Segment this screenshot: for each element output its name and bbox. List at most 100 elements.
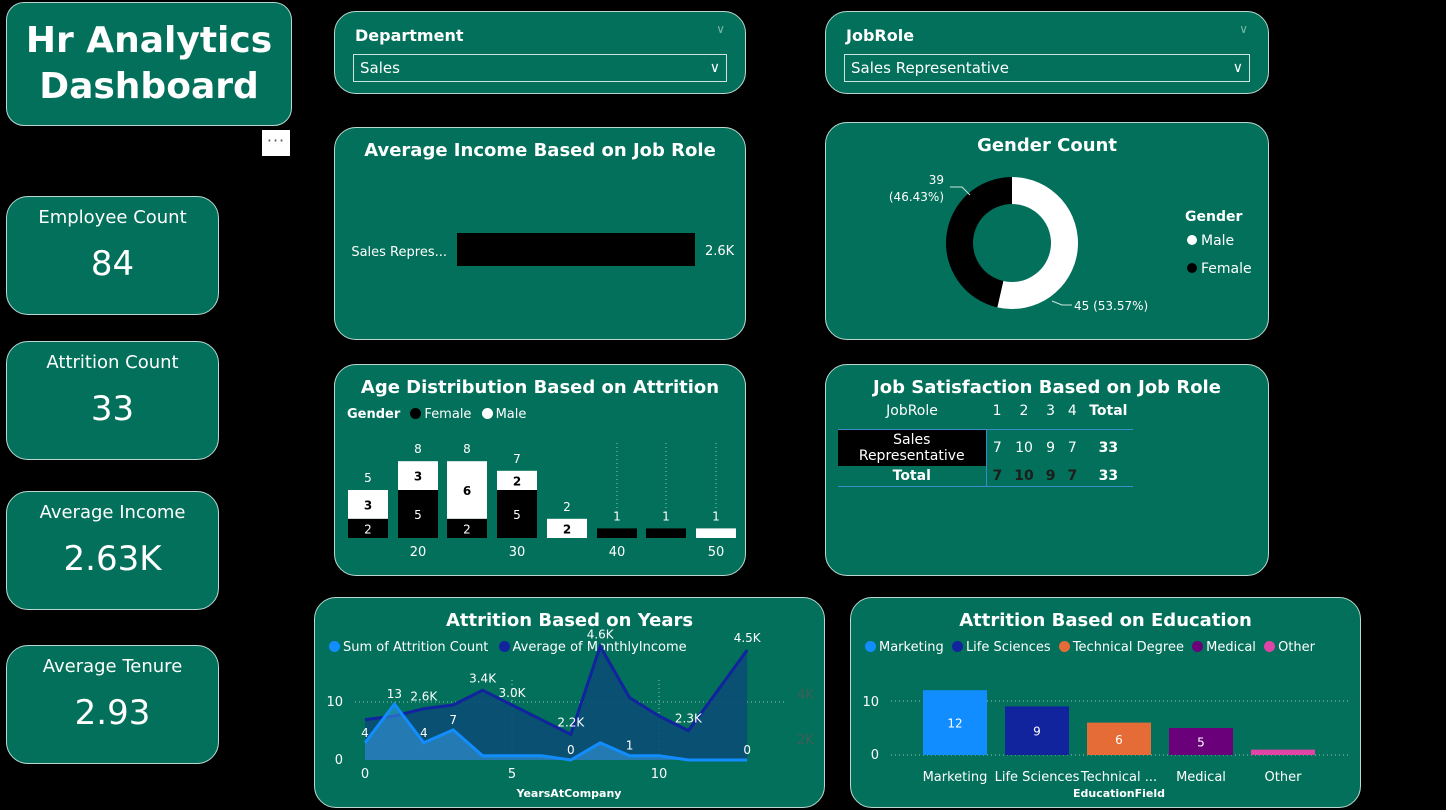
years-chart-card[interactable]: Attrition Based on Years Sum of Attritio… <box>314 597 825 808</box>
income-data-label: 2.2K <box>557 715 585 729</box>
matrix-header[interactable]: 3 <box>1040 401 1062 430</box>
chevron-down-icon[interactable]: ∨ <box>1233 55 1243 81</box>
age-chart-card[interactable]: Age Distribution Based on Attrition Gend… <box>334 364 746 576</box>
income-bar[interactable] <box>457 233 695 266</box>
matrix-row-header[interactable]: Sales Representative <box>838 429 987 466</box>
kpi-employee-count: Employee Count 84 <box>6 196 219 315</box>
kpi-label: Employee Count <box>38 207 187 228</box>
income-data-label: 2.6K <box>410 690 438 704</box>
leader-line <box>1051 300 1072 306</box>
x-tick-label: 30 <box>509 545 526 560</box>
bar-male[interactable] <box>696 528 736 538</box>
bar-female[interactable] <box>597 528 637 538</box>
bar-data-label: 2.6K <box>705 244 735 259</box>
x-tick-label: 0 <box>361 767 369 782</box>
kpi-label: Average Income <box>39 502 186 523</box>
bar-data-label: 12 <box>947 717 962 731</box>
attrition-data-label: 7 <box>449 713 457 727</box>
leader-line <box>950 186 971 196</box>
attrition-data-label: 1 <box>626 739 634 753</box>
bar-total-label: 8 <box>414 442 422 456</box>
chevron-down-icon[interactable]: ∨ <box>710 55 720 81</box>
y-tick-label: 10 <box>862 695 879 710</box>
chevron-down-icon[interactable]: ∨ <box>716 22 725 36</box>
attrition-data-label: 0 <box>743 743 751 757</box>
bar-data-label: 3 <box>364 498 372 512</box>
bar-total-label: 2 <box>563 500 571 514</box>
female-data-label: 39 <box>929 173 944 187</box>
bar-data-label: 5 <box>1197 736 1205 750</box>
matrix-total-row: Total 7 10 9 7 33 <box>838 466 1134 487</box>
department-dropdown[interactable]: Sales ∨ <box>353 54 727 82</box>
income-data-label: 4.6K <box>587 627 615 641</box>
bar-data-label: 2 <box>513 474 521 488</box>
x-tick-label: 5 <box>508 767 516 782</box>
x-tick-label: 10 <box>651 767 668 782</box>
matrix-header-row: JobRole 1 2 3 4 Total <box>838 401 1133 430</box>
gender-chart-card[interactable]: Gender Count 39 (46.43%) 45 (53.57%) Gen… <box>825 122 1269 340</box>
matrix-header[interactable]: 2 <box>1008 401 1039 430</box>
legend-item-female[interactable]: Female <box>1201 261 1252 277</box>
legend-item-male[interactable]: Male <box>1201 233 1234 249</box>
dashboard-title: Hr Analytics Dashboard <box>25 20 273 107</box>
legend-title: Gender <box>1185 209 1242 225</box>
income-data-label: 4.5K <box>734 631 762 645</box>
bar-data-label: 3 <box>414 470 422 484</box>
income-data-label: 3.0K <box>499 686 527 700</box>
matrix-cell: 7 <box>992 440 1002 456</box>
matrix-row[interactable]: Sales Representative 7 10 9 7 33 <box>838 429 1134 466</box>
matrix-header[interactable]: Total <box>1083 401 1133 430</box>
matrix-header[interactable]: 4 <box>1061 401 1083 430</box>
x-tick-label: Technical ... <box>1080 770 1157 785</box>
matrix-header[interactable]: 1 <box>986 401 1008 430</box>
jobrole-slicer: JobRole ∨ Sales Representative ∨ <box>825 11 1269 94</box>
attrition-data-label: 4 <box>361 726 369 740</box>
matrix-header[interactable]: JobRole <box>838 401 986 430</box>
bar-data-label: 9 <box>1033 725 1041 739</box>
bar-data-label: 2 <box>563 522 571 536</box>
male-data-label: 45 (53.57%) <box>1074 299 1148 313</box>
jobrole-dropdown[interactable]: Sales Representative ∨ <box>844 54 1250 82</box>
bar-total-label: 1 <box>662 509 670 523</box>
bar-total-label: 1 <box>613 509 621 523</box>
x-tick-label: Other <box>1265 770 1303 785</box>
kpi-average-tenure: Average Tenure 2.93 <box>6 645 219 764</box>
y-tick-label: 0 <box>871 748 879 763</box>
attrition-data-label: 4 <box>420 726 428 740</box>
matrix-cell: 7 <box>1067 440 1077 456</box>
matrix-total-cell: 7 <box>992 468 1003 484</box>
department-slicer: Department ∨ Sales ∨ <box>334 11 746 94</box>
y-tick-label: 10 <box>326 695 343 710</box>
bar-total-label: 8 <box>463 442 471 456</box>
jobsat-matrix: JobRole 1 2 3 4 Total Sales Representati… <box>838 401 1134 487</box>
attrition-data-label: 13 <box>387 687 402 701</box>
bar-female[interactable] <box>646 528 686 538</box>
department-slicer-label: Department <box>355 26 464 45</box>
jobsat-card[interactable]: Job Satisfaction Based on Job Role JobRo… <box>825 364 1269 576</box>
age-bar-chart: 20 30 40 50 2 3 5 5 3 8 2 6 8 5 2 7 2 2 1 1 1 <box>348 442 736 560</box>
bar-total-label: 7 <box>513 452 521 466</box>
bar-data-label: 6 <box>1115 733 1123 747</box>
dashboard-title-card: Hr Analytics Dashboard <box>6 2 292 126</box>
more-options-button[interactable]: ··· <box>262 130 290 156</box>
jobrole-selected-value: Sales Representative <box>851 59 1010 77</box>
jobrole-slicer-label: JobRole <box>846 26 915 45</box>
income-chart: Sales Repres... 2.6K <box>351 233 735 266</box>
y-tick-label: 0 <box>335 753 343 768</box>
female-data-label-pct: (46.43%) <box>889 190 944 204</box>
male-legend-marker <box>1187 235 1197 245</box>
gender-donut-chart: 39 (46.43%) 45 (53.57%) Gender Male Fema… <box>889 173 1252 313</box>
bar-data-label: 2 <box>463 522 471 536</box>
income-chart-card[interactable]: Average Income Based on Job Role Sales R… <box>334 127 746 340</box>
bar-4[interactable] <box>1251 749 1315 755</box>
matrix-cell: 10 <box>1015 440 1033 456</box>
chevron-down-icon[interactable]: ∨ <box>1239 22 1248 36</box>
kpi-value: 84 <box>90 244 135 284</box>
edu-chart-card[interactable]: Attrition Based on Education Marketing L… <box>850 597 1361 808</box>
matrix-total-cell: 33 <box>1098 468 1119 484</box>
x-tick-label: 20 <box>410 545 427 560</box>
kpi-label: Average Tenure <box>42 656 183 677</box>
bar-data-label: 2 <box>364 522 372 536</box>
bar-total-label: 1 <box>712 509 720 523</box>
x-tick-label: Marketing <box>923 770 988 785</box>
